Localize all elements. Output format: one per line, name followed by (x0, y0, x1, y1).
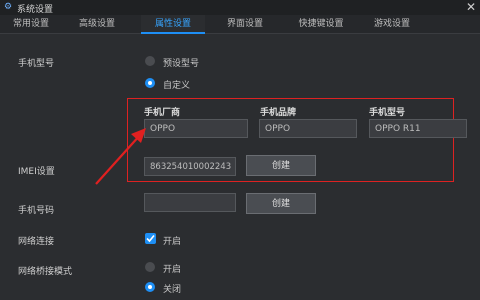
radio-bridge-off[interactable] (145, 282, 155, 292)
manufacturer-label: 手机厂商 (144, 108, 181, 118)
network-checkbox[interactable] (145, 233, 156, 244)
phone-model-label: 手机型号 (18, 59, 55, 69)
bridge-mode-label: 网络桥接模式 (18, 267, 73, 277)
tab-advanced[interactable]: 高级设置 (72, 15, 122, 33)
close-icon[interactable]: ✕ (466, 0, 476, 14)
brand-label: 手机品牌 (260, 108, 297, 118)
tab-shortcuts[interactable]: 快捷键设置 (288, 15, 354, 33)
bridge-off-label: 关闭 (163, 285, 182, 295)
phone-number-create-button[interactable]: 创建 (246, 193, 316, 214)
imei-create-button[interactable]: 创建 (246, 155, 316, 176)
model-input[interactable]: OPPO R11 (369, 119, 467, 138)
radio-preset-model[interactable] (145, 56, 155, 66)
check-icon (146, 234, 155, 243)
tab-common[interactable]: 常用设置 (6, 15, 56, 33)
network-label: 网络连接 (18, 237, 55, 247)
phone-number-input[interactable] (144, 193, 236, 212)
tab-properties[interactable]: 属性设置 (141, 15, 205, 34)
tab-interface[interactable]: 界面设置 (218, 15, 272, 33)
phone-number-label: 手机号码 (18, 206, 55, 216)
preset-model-label: 预设型号 (163, 59, 200, 69)
title-bar: ⚙ 系统设置 ✕ (0, 0, 480, 15)
model-label: 手机型号 (369, 108, 406, 118)
tab-bar: 常用设置 高级设置 属性设置 界面设置 快捷键设置 游戏设置 (0, 15, 480, 34)
tab-games[interactable]: 游戏设置 (366, 15, 418, 33)
network-checkbox-label: 开启 (163, 237, 182, 247)
imei-input[interactable]: 863254010002243 (144, 157, 236, 176)
radio-custom-model[interactable] (145, 78, 155, 88)
brand-input[interactable]: OPPO (259, 119, 357, 138)
manufacturer-input[interactable]: OPPO (144, 119, 248, 138)
window-title: 系统设置 (17, 5, 54, 15)
imei-label: IMEI设置 (18, 167, 55, 177)
bridge-on-label: 开启 (163, 265, 182, 275)
settings-app-icon: ⚙ (4, 2, 13, 12)
radio-bridge-on[interactable] (145, 262, 155, 272)
custom-model-label: 自定义 (163, 81, 191, 91)
